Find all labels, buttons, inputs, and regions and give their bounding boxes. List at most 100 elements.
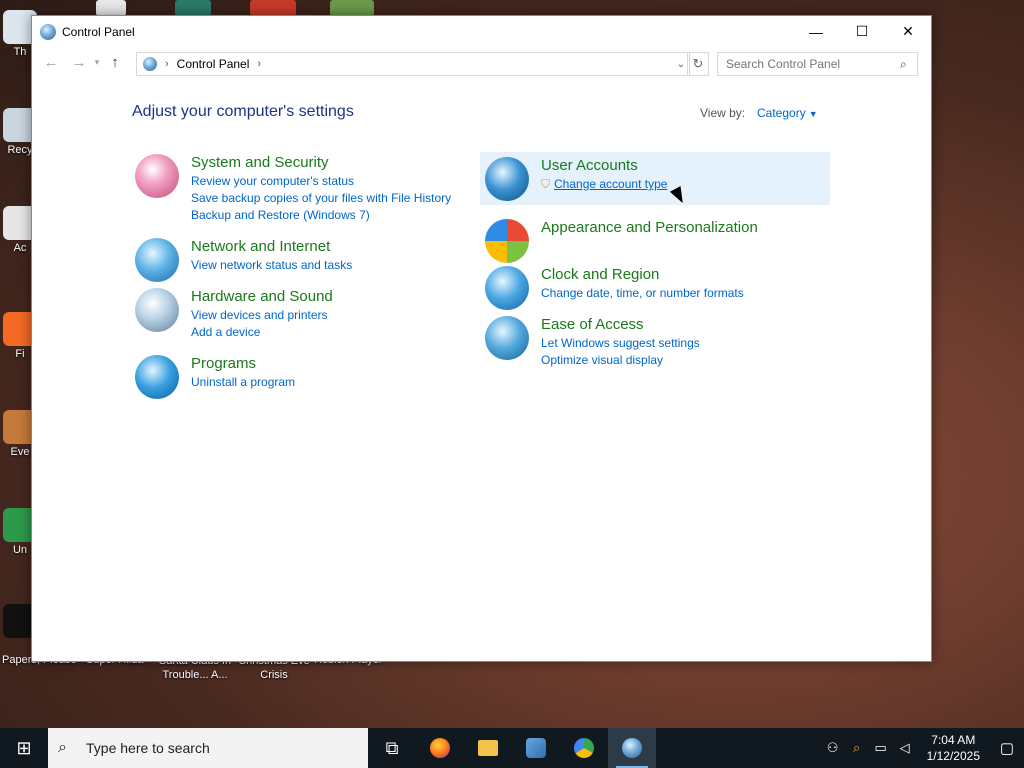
clock-date: 1/12/2025 bbox=[926, 749, 980, 763]
task-link[interactable]: Review your computer's status bbox=[191, 173, 451, 190]
category-title[interactable]: Ease of Access bbox=[541, 316, 700, 333]
shield-icon[interactable] bbox=[135, 154, 179, 198]
file-explorer-icon bbox=[478, 740, 498, 756]
app-icon bbox=[574, 738, 594, 758]
forward-button[interactable]: → bbox=[68, 50, 90, 74]
desktop-icon-partial bbox=[330, 0, 374, 16]
task-link[interactable]: Change date, time, or number formats bbox=[541, 285, 744, 302]
breadcrumb-chevron-icon[interactable]: › bbox=[257, 58, 261, 70]
control-panel-icon bbox=[40, 23, 56, 40]
task-link-text: Change account type bbox=[554, 177, 668, 191]
task-link[interactable]: Let Windows suggest settings bbox=[541, 335, 700, 352]
window-controls: — ☐ ✕ bbox=[793, 16, 931, 47]
category-programs: Programs Uninstall a program bbox=[135, 355, 295, 399]
control-panel-window: Control Panel — ☐ ✕ ← → ▾ ↑ › Control Pa… bbox=[31, 15, 932, 662]
category-title[interactable]: System and Security bbox=[191, 154, 451, 171]
task-view-button[interactable]: ⧉ bbox=[368, 728, 416, 768]
windows-logo-icon: ⊞ bbox=[16, 737, 32, 758]
category-title[interactable]: User Accounts bbox=[541, 157, 667, 174]
task-link[interactable]: View devices and printers bbox=[191, 307, 333, 324]
category-hardware-and-sound: Hardware and Sound View devices and prin… bbox=[135, 288, 333, 341]
programs-icon[interactable] bbox=[135, 355, 179, 399]
task-link[interactable]: Backup and Restore (Windows 7) bbox=[191, 207, 451, 224]
desktop-icon-label: Fi bbox=[15, 348, 25, 360]
search-icon[interactable]: ⌕ bbox=[900, 57, 907, 72]
taskbar-control-panel[interactable] bbox=[608, 728, 656, 768]
maximize-button[interactable]: ☐ bbox=[839, 16, 885, 47]
task-link[interactable]: Add a device bbox=[191, 324, 333, 341]
people-icon bbox=[526, 738, 546, 758]
desktop-icon-partial bbox=[96, 0, 126, 16]
control-panel-icon bbox=[143, 57, 157, 71]
category-title[interactable]: Programs bbox=[191, 355, 295, 372]
taskbar-firefox[interactable] bbox=[416, 728, 464, 768]
task-link-change-account-type[interactable]: ⛉ Change account type bbox=[541, 176, 667, 193]
category-appearance-and-personalization: Appearance and Personalization bbox=[485, 219, 758, 263]
up-button[interactable]: ↑ bbox=[104, 50, 126, 74]
users-icon[interactable] bbox=[485, 157, 529, 201]
search-box[interactable]: ⌕ bbox=[717, 52, 918, 76]
desktop-icon-label: Recy bbox=[7, 144, 33, 156]
desktop-icon-label: Un bbox=[12, 544, 28, 556]
clock[interactable]: 7:04 AM 1/12/2025 bbox=[927, 732, 980, 764]
taskbar-search-box[interactable]: ⌕ Type here to search bbox=[48, 728, 368, 768]
search-icon: ⌕ bbox=[58, 739, 67, 756]
clock-icon[interactable] bbox=[485, 266, 529, 310]
category-user-accounts[interactable]: User Accounts ⛉ Change account type bbox=[480, 152, 830, 205]
view-by-value: Category bbox=[757, 106, 806, 120]
category-clock-and-region: Clock and Region Change date, time, or n… bbox=[485, 266, 744, 310]
task-link[interactable]: Save backup copies of your files with Fi… bbox=[191, 190, 451, 207]
printer-icon[interactable] bbox=[135, 288, 179, 332]
recent-locations-button[interactable]: ▾ bbox=[90, 50, 104, 74]
taskbar-search-text: Type here to search bbox=[86, 740, 210, 756]
taskbar-file-explorer[interactable] bbox=[464, 728, 512, 768]
desktop-icon-partial bbox=[250, 0, 296, 16]
caret-down-icon: ▼ bbox=[808, 109, 818, 119]
category-system-and-security: System and Security Review your computer… bbox=[135, 154, 451, 224]
system-tray: ⚇ ⌕ ▭ ◁ 7:04 AM 1/12/2025 ▢ bbox=[821, 728, 1024, 768]
view-by-dropdown[interactable]: Category ▼ bbox=[757, 106, 818, 120]
desktop-icon-label: Th bbox=[13, 46, 27, 58]
title-bar[interactable]: Control Panel — ☐ ✕ bbox=[32, 16, 931, 47]
search-input[interactable] bbox=[724, 56, 898, 72]
task-link[interactable]: Optimize visual display bbox=[541, 352, 700, 369]
address-bar[interactable]: › Control Panel › bbox=[136, 52, 690, 76]
category-title[interactable]: Appearance and Personalization bbox=[541, 219, 758, 236]
close-button[interactable]: ✕ bbox=[885, 16, 931, 47]
search-tray-icon[interactable]: ⌕ bbox=[845, 740, 869, 756]
control-panel-icon bbox=[622, 738, 642, 758]
uac-shield-icon: ⛉ bbox=[541, 177, 551, 191]
network-icon[interactable]: ▭ bbox=[869, 740, 893, 756]
page-title: Adjust your computer's settings bbox=[132, 103, 354, 120]
breadcrumb-control-panel[interactable]: Control Panel bbox=[177, 57, 250, 71]
chevron-down-icon: ⌄ bbox=[676, 58, 686, 70]
people-tray-icon[interactable]: ⚇ bbox=[821, 740, 845, 756]
desktop-icon-partial bbox=[175, 0, 211, 16]
back-button[interactable]: ← bbox=[40, 50, 62, 74]
globe-icon[interactable] bbox=[135, 238, 179, 282]
category-ease-of-access: Ease of Access Let Windows suggest setti… bbox=[485, 316, 700, 369]
taskbar-people[interactable] bbox=[512, 728, 560, 768]
task-link[interactable]: View network status and tasks bbox=[191, 257, 352, 274]
view-by-label: View by: bbox=[700, 106, 746, 120]
refresh-button[interactable]: ↻ bbox=[687, 52, 709, 76]
volume-muted-icon[interactable]: ◁ bbox=[893, 740, 917, 756]
taskbar: ⊞ ⌕ Type here to search ⧉ ⚇ ⌕ ▭ ◁ 7:04 A… bbox=[0, 728, 1024, 768]
clock-time: 7:04 AM bbox=[931, 733, 976, 747]
category-title[interactable]: Hardware and Sound bbox=[191, 288, 333, 305]
breadcrumb-chevron-icon: › bbox=[165, 58, 169, 70]
firefox-icon bbox=[430, 738, 450, 758]
taskbar-app[interactable] bbox=[560, 728, 608, 768]
appearance-icon[interactable] bbox=[485, 219, 529, 263]
task-link[interactable]: Uninstall a program bbox=[191, 374, 295, 391]
task-view-icon: ⧉ bbox=[385, 737, 399, 758]
window-title: Control Panel bbox=[62, 24, 135, 39]
category-title[interactable]: Clock and Region bbox=[541, 266, 744, 283]
minimize-button[interactable]: — bbox=[793, 16, 839, 47]
desktop-icon-label: Ac bbox=[13, 242, 27, 254]
desktop-icon-label: Eve bbox=[10, 446, 30, 458]
category-title[interactable]: Network and Internet bbox=[191, 238, 352, 255]
start-button[interactable]: ⊞ bbox=[0, 728, 48, 768]
ease-of-access-icon[interactable] bbox=[485, 316, 529, 360]
notification-center-icon[interactable]: ▢ bbox=[990, 739, 1024, 757]
